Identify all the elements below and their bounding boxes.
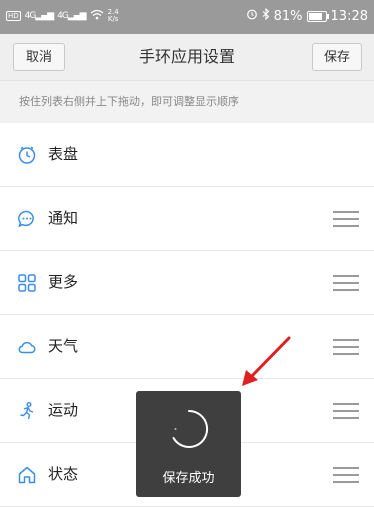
list-item-watchface[interactable]: 表盘: [0, 123, 374, 187]
list-item-more[interactable]: 更多: [0, 251, 374, 315]
run-icon: [17, 401, 37, 421]
hd-badge: HD: [6, 11, 21, 21]
wifi-icon: [90, 9, 104, 23]
net-speed-unit: K/s: [107, 15, 119, 23]
signal-label-1: 4G: [24, 11, 37, 21]
alarm-icon: [246, 8, 258, 24]
battery-percent: 81%: [273, 8, 303, 24]
bluetooth-icon: [262, 7, 270, 24]
signal-label-2: 4G: [57, 11, 69, 21]
battery-icon: [306, 10, 329, 22]
drag-handle-icon[interactable]: [333, 403, 359, 419]
signal-icon-2: 4G▂▄▆: [57, 11, 86, 21]
loading-spinner-icon: [172, 409, 209, 448]
cloud-icon: [17, 337, 37, 357]
net-speed: 2.4 K/s: [108, 9, 119, 23]
chat-bubble-icon: [17, 209, 37, 229]
header-bar: 手环应用设置 取消 保存: [0, 34, 374, 81]
home-icon: [17, 465, 37, 485]
list-item-weather[interactable]: 天气: [0, 315, 374, 379]
list-item-label: 更多: [48, 273, 79, 291]
battery-fill: [308, 12, 322, 20]
drag-handle-icon[interactable]: [333, 211, 359, 227]
list-item-notification[interactable]: 通知: [0, 187, 374, 251]
clock-icon: [17, 145, 37, 165]
status-right: 81% 13:28: [246, 7, 368, 24]
reorder-hint: 按住列表右侧并上下拖动，即可调整显示顺序: [0, 81, 374, 123]
toast-message: 保存成功: [162, 471, 215, 486]
status-bar: HD 4G▂▄▆ 4G▂▄▆ 2.4 K/s 81% 13:28: [0, 0, 374, 34]
drag-handle-icon[interactable]: [333, 339, 359, 355]
clock-time: 13:28: [330, 8, 368, 24]
list-item-label: 天气: [48, 337, 79, 355]
grid-icon: [17, 273, 37, 293]
drag-handle-icon[interactable]: [333, 275, 359, 291]
drag-handle-icon[interactable]: [333, 467, 359, 483]
status-left: HD 4G▂▄▆ 4G▂▄▆ 2.4 K/s: [6, 9, 119, 23]
save-success-toast: 保存成功: [136, 391, 241, 497]
annotation-arrow-icon: [242, 336, 291, 386]
list-item-label: 运动: [48, 401, 79, 419]
signal-icon-1: 4G▂▄▆: [24, 11, 54, 21]
save-button[interactable]: 保存: [312, 43, 362, 71]
list-item-label: 通知: [48, 209, 79, 227]
list-item-label: 状态: [48, 465, 79, 483]
cancel-button[interactable]: 取消: [13, 43, 65, 71]
list-item-label: 表盘: [48, 145, 79, 163]
